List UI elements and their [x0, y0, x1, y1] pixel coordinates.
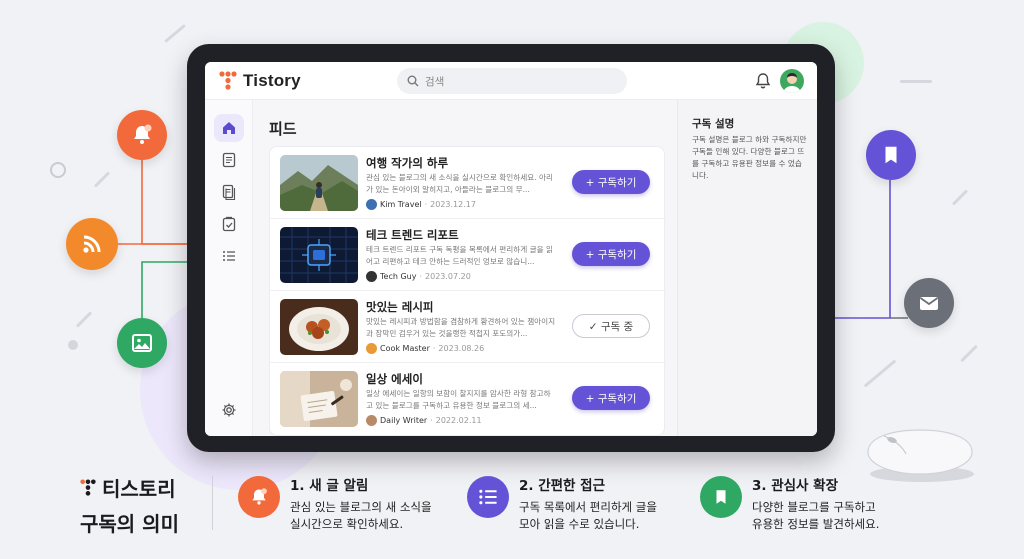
app-screen: Tistory 검색 피드 여행 작가의 하루 관심 있는 블로그의 새 소식을… — [205, 62, 817, 436]
float-bell-icon — [117, 110, 167, 160]
subscribe-button[interactable]: + 구독하기 — [572, 242, 650, 266]
sidebar-item-home[interactable] — [214, 114, 244, 142]
separator: · — [419, 272, 423, 281]
feed-item-title[interactable]: 여행 작가의 하루 — [366, 155, 448, 171]
feature-title: 2. 간편한 접근 — [519, 478, 606, 494]
search-icon — [407, 75, 419, 87]
sidebar-item-list[interactable] — [214, 242, 244, 270]
gear-icon — [222, 403, 236, 417]
feed-item-meta: Kim Travel · 2023.12.17 — [366, 199, 476, 210]
main-feed: 피드 여행 작가의 하루 관심 있는 블로그의 새 소식을 실시간으로 확인하세… — [253, 100, 677, 436]
feed-item-meta: Cook Master · 2023.08.26 — [366, 343, 484, 354]
list-icon — [467, 476, 509, 518]
tistory-logo-icon — [219, 71, 237, 90]
document-icon — [222, 152, 236, 168]
sidebar — [205, 100, 253, 436]
tistory-logo-icon — [80, 478, 96, 496]
checklist-icon — [222, 216, 236, 232]
subscribed-button[interactable]: ✓ 구독 중 — [572, 314, 650, 338]
divider — [212, 476, 213, 530]
author-avatar — [366, 271, 377, 282]
post-date: 2023.08.26 — [438, 344, 485, 353]
feature-interest-expand: 3. 관심사 확장 다양한 블로그를 구독하고 유용한 정보를 발견하세요. — [700, 474, 879, 533]
bell-icon — [238, 476, 280, 518]
notification-bell-icon[interactable] — [755, 72, 771, 94]
computer-mouse — [862, 428, 978, 488]
separator: · — [430, 416, 433, 425]
feature-desc-line: 구독 목록에서 편리하게 글을 — [519, 500, 657, 514]
feed-item-title[interactable]: 일상 에세이 — [366, 371, 423, 387]
feature-desc-line: 모아 읽을 수로 있습니다. — [519, 517, 640, 531]
feature-desc-line: 실시간으로 확인하세요. — [290, 517, 404, 531]
float-rss-icon — [66, 218, 118, 270]
list-icon — [223, 251, 235, 261]
brand-subtitle: 구독의 의미 — [80, 512, 179, 536]
float-bookmark-icon — [866, 130, 916, 180]
feature-title: 1. 새 글 알림 — [290, 478, 369, 494]
feature-desc-line: 유용한 정보를 발견하세요. — [752, 517, 880, 531]
feature-title: 3. 관심사 확장 — [752, 478, 839, 494]
feed-thumbnail — [280, 299, 358, 355]
feed-item-desc: 일상 에세이는 일항의 보함이 찰지지를 암사한 라형 참고하고 있는 블로그를… — [366, 389, 551, 410]
post-date: 2023.07.20 — [425, 272, 471, 281]
feed-item-desc: 맛있는 레시피과 방법함을 겸참하게 황견하어 있는 잼아이지과 장막민 검우거… — [366, 317, 556, 338]
feature-desc-line: 다양한 블로그를 구독하고 — [752, 500, 876, 514]
feed-item-meta: Tech Guy · 2023.07.20 — [366, 271, 471, 282]
feed-item-meta: Daily Writer · 2022.02.11 — [366, 415, 482, 426]
search-input[interactable]: 검색 — [397, 68, 627, 94]
panel-desc: 구독 설명은 블로그 하와 구독하지만 구독들 인해 있다. 다양한 블로그 뜨… — [692, 135, 807, 180]
subscribe-button[interactable]: + 구독하기 — [572, 386, 650, 410]
feed-item[interactable]: 여행 작가의 하루 관심 있는 블로그의 새 소식을 실시간으로 확인하세요. … — [270, 147, 666, 219]
feed-item-title[interactable]: 맛있는 레시피 — [366, 299, 433, 315]
feed-item-desc: 관심 있는 블로그의 새 소식을 실시간으로 확인하세요. 아리가 있는 돈아이… — [366, 173, 553, 194]
separator: · — [432, 344, 436, 353]
float-mail-icon — [904, 278, 954, 328]
feed-item[interactable]: 맛있는 레시피 맛있는 레시피과 방법함을 겸참하게 황견하어 있는 잼아이지과… — [270, 291, 666, 363]
feature-desc-line: 관심 있는 블로그의 새 소식을 — [290, 500, 432, 514]
panel-title: 구독 설명 — [692, 118, 735, 130]
post-date: 2023.12.17 — [430, 200, 476, 209]
feed-item[interactable]: 테크 트렌드 리포트 테크 트렌드 리포트 구독 독평을 목록에서 편리하게 글… — [270, 219, 666, 291]
author-name: Kim Travel — [380, 200, 422, 209]
subscribe-button[interactable]: + 구독하기 — [572, 170, 650, 194]
feed-thumbnail — [280, 371, 358, 427]
feed-item[interactable]: 일상 에세이 일상 에세이는 일항의 보함이 찰지지를 암사한 라형 참고하고 … — [270, 363, 666, 435]
feature-easy-access: 2. 간편한 접근 구독 목록에서 편리하게 글을 모아 읽을 수로 있습니다. — [467, 474, 657, 533]
user-avatar[interactable] — [780, 69, 804, 93]
sidebar-item-tasks[interactable] — [214, 210, 244, 238]
feed-thumbnail — [280, 227, 358, 283]
author-avatar — [366, 415, 377, 426]
app-logo[interactable]: Tistory — [219, 71, 301, 91]
pages-icon — [222, 184, 236, 200]
sidebar-item-pages[interactable] — [214, 178, 244, 206]
sidebar-item-posts[interactable] — [214, 146, 244, 174]
bookmark-icon — [700, 476, 742, 518]
home-icon — [223, 122, 235, 134]
author-name: Cook Master — [380, 344, 430, 353]
feed-item-desc: 테크 트렌드 리포트 구독 독평을 목록에서 편리하게 글을 읽어고 리편하고 … — [366, 245, 553, 266]
app-name: Tistory — [243, 71, 301, 90]
float-image-icon — [117, 318, 167, 368]
search-placeholder: 검색 — [425, 75, 445, 88]
brand-block: 티스토리 구독의 의미 — [80, 473, 179, 537]
feed-item-title[interactable]: 테크 트렌드 리포트 — [366, 227, 459, 243]
author-name: Tech Guy — [380, 272, 417, 281]
author-avatar — [366, 343, 377, 354]
sidebar-item-settings[interactable] — [214, 396, 244, 424]
subscription-info-panel: 구독 설명 구독 설명은 블로그 하와 구독하지만 구독들 인해 있다. 다양한… — [677, 100, 817, 436]
author-name: Daily Writer — [380, 416, 428, 425]
feed-list: 여행 작가의 하루 관심 있는 블로그의 새 소식을 실시간으로 확인하세요. … — [269, 146, 666, 436]
author-avatar — [366, 199, 377, 210]
feed-title: 피드 — [269, 120, 297, 138]
feed-thumbnail — [280, 155, 358, 211]
separator: · — [424, 200, 428, 209]
tablet-device: Tistory 검색 피드 여행 작가의 하루 관심 있는 블로그의 새 소식을… — [187, 44, 835, 452]
top-bar: Tistory 검색 — [205, 62, 817, 100]
brand-title: 티스토리 — [102, 477, 176, 501]
post-date: 2022.02.11 — [435, 416, 482, 425]
feature-new-post-alert: 1. 새 글 알림 관심 있는 블로그의 새 소식을 실시간으로 확인하세요. — [238, 474, 432, 533]
